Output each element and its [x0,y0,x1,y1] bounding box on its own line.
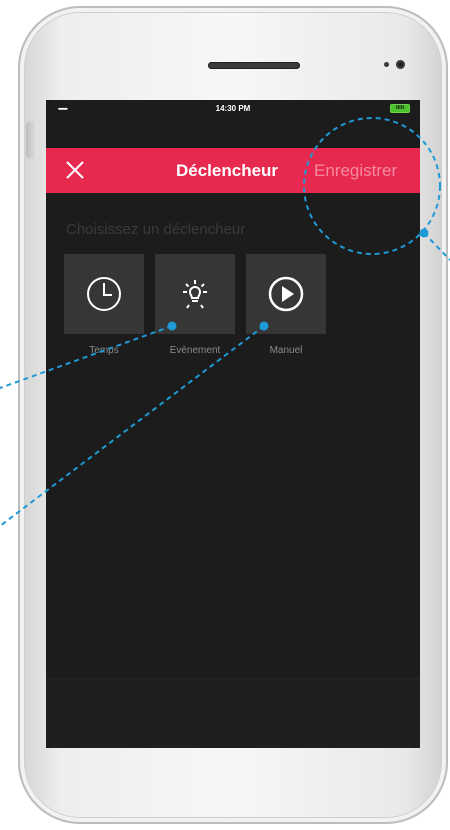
trigger-event-button[interactable] [155,254,235,334]
status-bar: ▪▪▪▪▪▪ 14:30 PM IIIII [46,100,420,118]
phone-speaker [208,62,300,69]
bottom-area [46,678,420,748]
phone-side-button [26,122,38,158]
top-bar: Déclencheur Enregistrer [46,148,420,193]
trigger-event-label: Evènement [169,345,221,356]
clock-icon [87,277,121,311]
page-title: Déclencheur [176,161,279,180]
trigger-time-label: Temps [89,345,119,356]
status-time: 14:30 PM [215,104,251,113]
phone-camera [396,60,405,69]
trigger-time-button[interactable] [64,254,144,334]
light-bulb-icon [183,280,207,309]
trigger-manual-label: Manuel [269,345,303,356]
close-icon [66,161,84,179]
battery-icon: IIIII [390,104,410,113]
phone-sensor [384,62,389,67]
save-button[interactable]: Enregistrer [314,161,397,181]
section-title: Choisissez un déclencheur [66,221,246,238]
trigger-manual-button[interactable] [246,254,326,334]
close-button[interactable] [64,159,86,181]
play-icon [268,276,304,312]
app-screen: ▪▪▪▪▪▪ 14:30 PM IIIII Déclencheur Enregi… [46,100,420,748]
